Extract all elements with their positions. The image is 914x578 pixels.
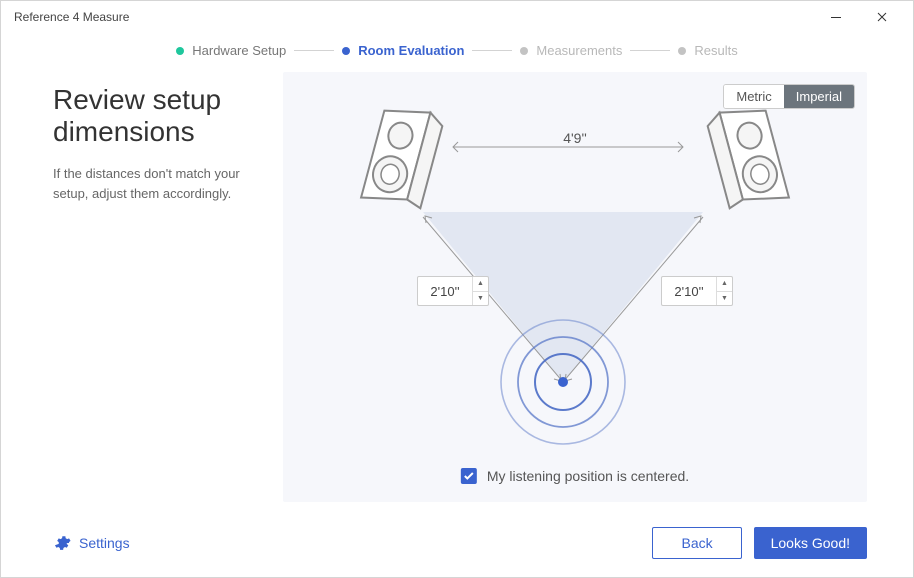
step-measurements[interactable]: Measurements (520, 43, 622, 58)
close-button[interactable] (859, 1, 905, 33)
wizard-stepper: Hardware Setup Room Evaluation Measureme… (1, 33, 913, 72)
page-description: If the distances don't match your setup,… (53, 164, 263, 203)
step-label: Results (694, 43, 737, 58)
minimize-button[interactable] (813, 1, 859, 33)
next-button[interactable]: Looks Good! (754, 527, 867, 559)
settings-link[interactable]: Settings (53, 534, 130, 552)
centered-label: My listening position is centered. (487, 468, 689, 484)
step-room-evaluation[interactable]: Room Evaluation (342, 43, 464, 58)
step-separator (630, 50, 670, 51)
step-results[interactable]: Results (678, 43, 737, 58)
window: Reference 4 Measure Hardware Setup Room … (0, 0, 914, 578)
step-hardware-setup[interactable]: Hardware Setup (176, 43, 286, 58)
left-distance-input[interactable]: 2'10'' ▲ ▼ (417, 276, 489, 306)
left-distance-decrement[interactable]: ▼ (473, 292, 488, 306)
main-content: Review setup dimensions If the distances… (1, 72, 913, 515)
centered-checkbox[interactable] (461, 468, 477, 484)
left-distance-increment[interactable]: ▲ (473, 277, 488, 292)
window-title: Reference 4 Measure (9, 10, 813, 24)
titlebar: Reference 4 Measure (1, 1, 913, 33)
step-label: Hardware Setup (192, 43, 286, 58)
right-distance-decrement[interactable]: ▼ (717, 292, 732, 306)
step-separator (294, 50, 334, 51)
right-distance-increment[interactable]: ▲ (717, 277, 732, 292)
gear-icon (53, 534, 71, 552)
right-distance-input[interactable]: 2'10'' ▲ ▼ (661, 276, 733, 306)
left-distance-value: 2'10'' (418, 284, 472, 299)
step-separator (472, 50, 512, 51)
step-label: Measurements (536, 43, 622, 58)
instruction-column: Review setup dimensions If the distances… (53, 72, 263, 515)
page-title: Review setup dimensions (53, 84, 263, 148)
step-label: Room Evaluation (358, 43, 464, 58)
bottom-bar: Settings Back Looks Good! (1, 515, 913, 577)
speaker-diagram: 4'9'' 2'10'' ▲ ▼ 2'10'' ▲ ▼ (283, 72, 867, 502)
diagram-panel: Metric Imperial (283, 72, 867, 502)
right-distance-value: 2'10'' (662, 284, 716, 299)
centered-checkbox-row[interactable]: My listening position is centered. (461, 468, 689, 484)
check-icon (464, 472, 474, 480)
settings-label: Settings (79, 535, 130, 551)
speaker-distance-label: 4'9'' (563, 130, 587, 146)
back-button[interactable]: Back (652, 527, 741, 559)
